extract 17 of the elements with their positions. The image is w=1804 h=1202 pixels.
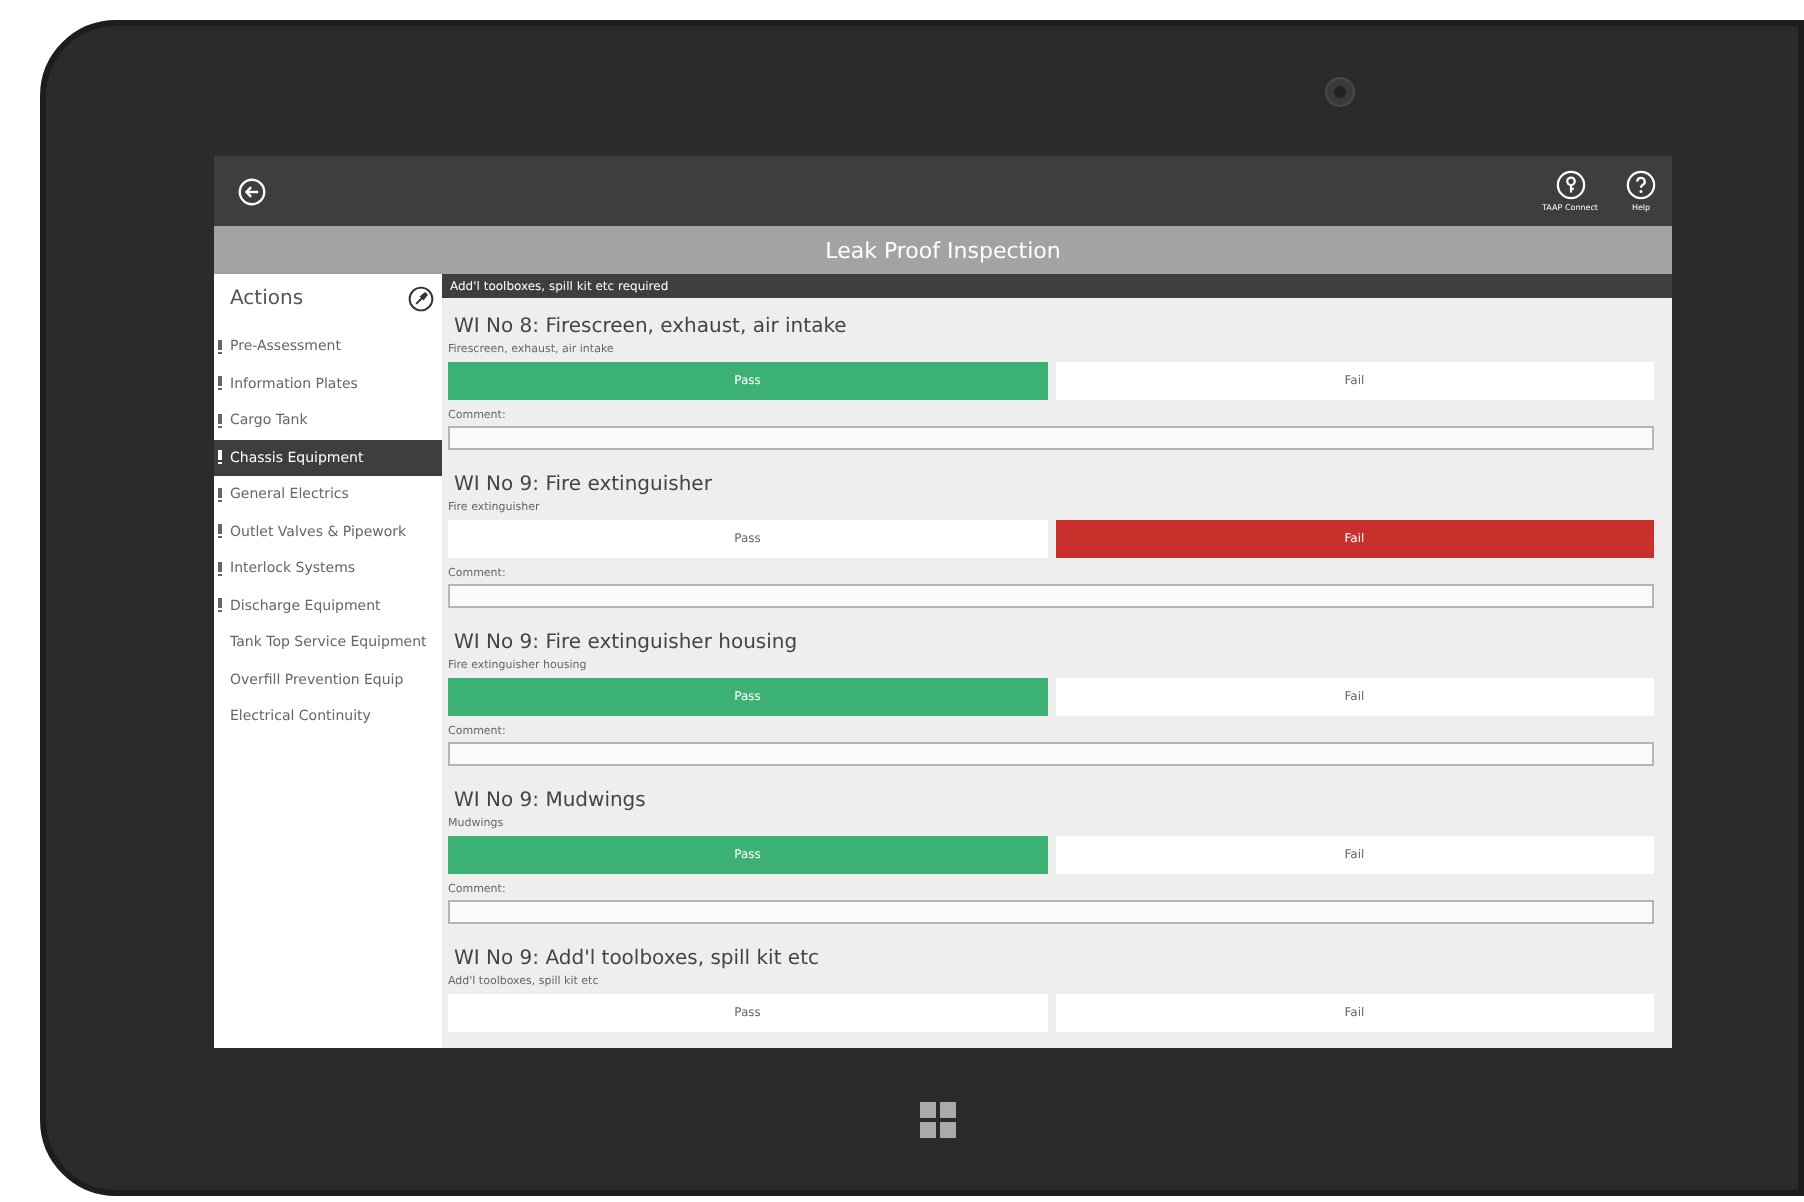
comment-field[interactable]	[448, 584, 1654, 608]
comment-field[interactable]	[448, 900, 1654, 924]
check-title: WI No 9: Fire extinguisher	[452, 471, 714, 499]
help-icon	[1626, 170, 1656, 200]
comment-field[interactable]	[448, 426, 1654, 450]
pin-icon[interactable]	[408, 286, 434, 312]
key-icon	[1555, 170, 1586, 200]
check-title: WI No 9: Fire extinguisher housing	[452, 629, 800, 657]
check-title: WI No 9: Add'l toolboxes, spill kit etc	[452, 945, 822, 973]
camera-icon	[1324, 75, 1356, 107]
sidebar-title: Actions	[230, 288, 304, 310]
windows-logo-icon[interactable]	[919, 1101, 955, 1137]
check-title: WI No 8: Firescreen, exhaust, air intake	[452, 313, 849, 341]
back-button[interactable]	[238, 177, 266, 205]
page-title: Leak Proof Inspection	[214, 226, 1672, 274]
comment-field[interactable]	[448, 742, 1654, 766]
check-title: WI No 9: Mudwings	[452, 787, 648, 815]
